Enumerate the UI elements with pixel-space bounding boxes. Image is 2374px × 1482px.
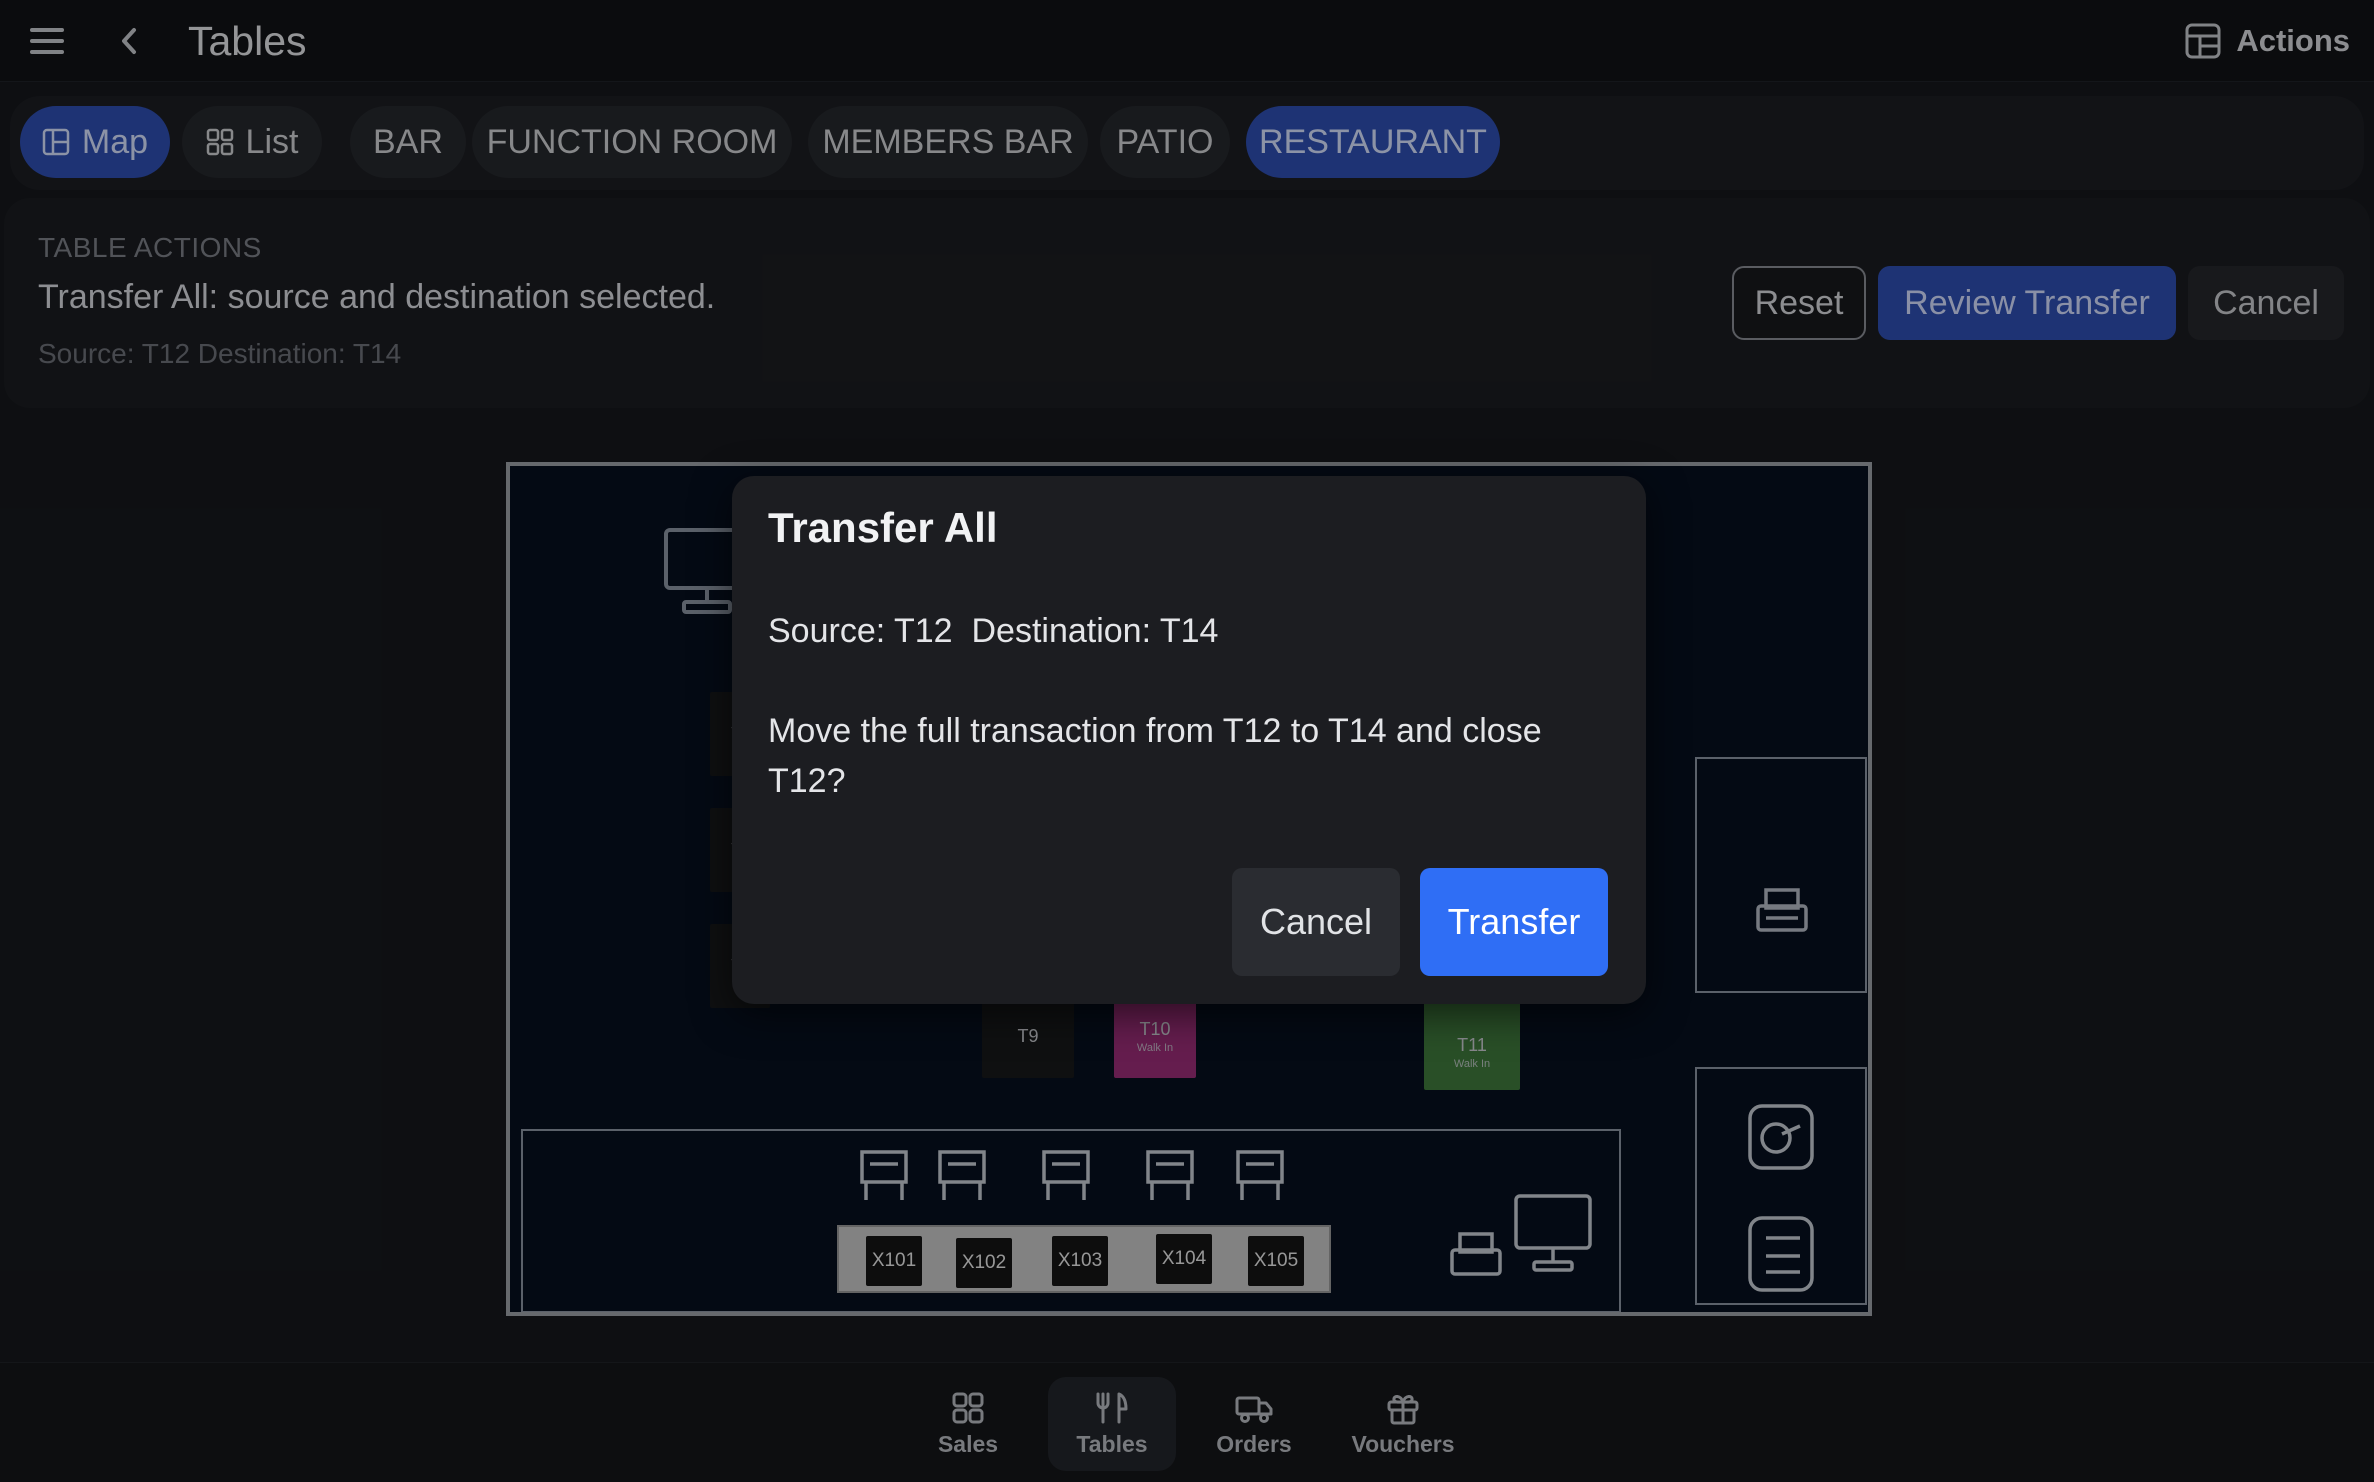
dialog-source-destination: Source: T12 Destination: T14: [768, 612, 1219, 650]
dialog-cancel-button[interactable]: Cancel: [1232, 868, 1400, 976]
transfer-all-dialog: Transfer All Source: T12 Destination: T1…: [732, 476, 1646, 1004]
dialog-transfer-button[interactable]: Transfer: [1420, 868, 1608, 976]
dialog-title: Transfer All: [768, 504, 998, 551]
dialog-message: Move the full transaction from T12 to T1…: [768, 712, 1542, 800]
